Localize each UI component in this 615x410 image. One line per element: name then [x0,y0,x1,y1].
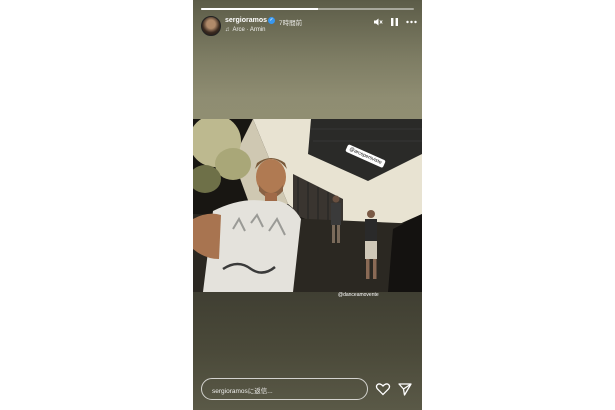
speaker-mute-icon[interactable] [373,17,383,30]
more-horizontal-icon[interactable] [406,17,417,30]
avatar[interactable] [201,16,221,36]
reply-input[interactable]: sergioramosに返信... [201,378,368,400]
post-time: 7時間前 [279,20,303,27]
photo-scene [193,119,422,292]
story-viewer: sergioramos ✓ 7時間前 ♫ Arce · Armin @arcep… [193,0,422,410]
story-progress-bar [201,8,414,10]
music-text: Arce · Armin [232,27,266,33]
story-photo: @arcepersviste [193,119,422,292]
music-note-icon: ♫ [225,27,230,33]
username[interactable]: sergioramos [225,17,267,24]
mention-sticker-bottom[interactable]: @danceamovente [338,292,379,298]
story-header: sergioramos ✓ 7時間前 ♫ Arce · Armin [201,14,417,38]
story-progress-fill [201,8,319,10]
reply-placeholder: sergioramosに返信... [212,388,273,395]
music-label[interactable]: ♫ Arce · Armin [225,27,266,33]
heart-icon[interactable] [375,381,391,397]
pause-icon[interactable] [390,17,399,29]
send-icon[interactable] [397,381,413,397]
verified-badge-icon: ✓ [268,17,275,24]
